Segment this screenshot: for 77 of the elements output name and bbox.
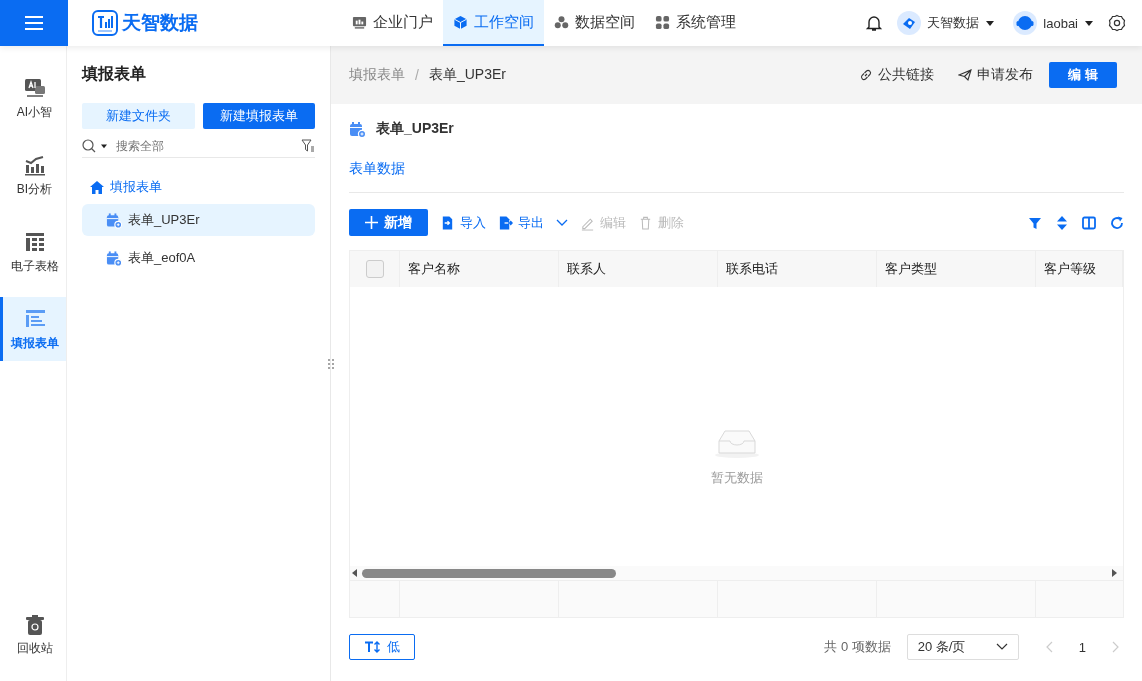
- rail-item[interactable]: AI小智: [0, 66, 66, 130]
- chart-board-icon: [352, 14, 367, 30]
- logo-icon: [92, 10, 118, 36]
- paper-plane-icon: [958, 68, 972, 82]
- filter-icon[interactable]: [1028, 215, 1042, 230]
- sort-icon[interactable]: [1056, 215, 1068, 230]
- chevron-down-icon: [995, 643, 1008, 651]
- form-tab[interactable]: 表单数据: [349, 160, 405, 178]
- caret-icon[interactable]: [100, 143, 108, 149]
- home-icon: [90, 180, 104, 194]
- rail-item[interactable]: 回收站: [0, 603, 66, 667]
- form-icon: [349, 120, 366, 138]
- scroll-right-icon[interactable]: [1111, 568, 1119, 578]
- new-folder-button[interactable]: 新建文件夹: [82, 103, 195, 129]
- nav-tab[interactable]: 工作空间: [443, 0, 544, 46]
- link-icon: [859, 68, 873, 82]
- breadcrumb-separator: /: [415, 67, 419, 83]
- logo-text: 天智数据: [122, 11, 198, 35]
- form-title: 表单_UP3Er: [376, 120, 454, 138]
- file-import-icon: [440, 214, 455, 231]
- cube-icon: [453, 14, 468, 30]
- nav-tab[interactable]: 企业门户: [342, 0, 443, 46]
- menu-button[interactable]: [0, 0, 68, 46]
- menu-icon: [24, 15, 44, 31]
- user-menu[interactable]: laobai: [1009, 11, 1098, 35]
- org-avatar-icon: [897, 11, 922, 35]
- publish-button[interactable]: 申请发布: [952, 65, 1039, 85]
- new-form-button[interactable]: 新建填报表单: [202, 103, 315, 129]
- refresh-icon[interactable]: [1110, 215, 1124, 230]
- avatar-icon: [1013, 11, 1038, 35]
- caret-icon: [985, 19, 996, 27]
- trash-icon: [638, 214, 653, 231]
- page-number[interactable]: 1: [1078, 639, 1086, 655]
- form-icon: [106, 211, 122, 229]
- bell-icon[interactable]: [865, 14, 884, 32]
- column-header: 客户等级: [1044, 260, 1096, 278]
- column-header: 客户类型: [885, 260, 937, 278]
- column-header: 联系人: [567, 260, 606, 278]
- circles-icon: [554, 14, 569, 30]
- horizontal-scrollbar[interactable]: [350, 566, 1123, 580]
- add-button[interactable]: 新增: [349, 209, 428, 236]
- total-count: 共 0 项数据: [824, 638, 891, 656]
- breadcrumb-current: 表单_UP3Er: [428, 66, 506, 84]
- file-export-icon: [498, 214, 513, 231]
- column-header: 客户名称: [408, 260, 460, 278]
- chevron-down-icon[interactable]: [556, 218, 568, 227]
- public-link-button[interactable]: 公共链接: [853, 65, 940, 85]
- page-size-select[interactable]: 20 条/页: [906, 634, 1019, 660]
- settings-icon[interactable]: [1108, 14, 1126, 32]
- tree-item[interactable]: 表单_eof0A: [82, 242, 315, 274]
- toolbar-button[interactable]: 导出: [498, 213, 544, 232]
- rail-item[interactable]: BI分析: [0, 143, 66, 207]
- trash-icon: [24, 613, 45, 636]
- plus-icon: [365, 216, 378, 229]
- column-header: 联系电话: [726, 260, 778, 278]
- grid-icon: [655, 14, 670, 30]
- scroll-left-icon[interactable]: [350, 568, 358, 578]
- density-button[interactable]: 低: [349, 634, 415, 660]
- toolbar-button[interactable]: 导入: [440, 213, 486, 232]
- tree-item[interactable]: 表单_UP3Er: [82, 204, 315, 236]
- empty-text: 暂无数据: [710, 468, 763, 487]
- resize-handle[interactable]: [328, 358, 334, 370]
- columns-icon[interactable]: [1082, 215, 1096, 230]
- panel-title: 填报表单: [82, 64, 147, 84]
- caret-icon: [1084, 19, 1094, 27]
- filter-icon[interactable]: [301, 139, 315, 153]
- rail-item[interactable]: 填报表单: [0, 297, 66, 361]
- search-icon[interactable]: [82, 139, 96, 153]
- tree-root-label[interactable]: 填报表单: [110, 178, 162, 196]
- form-icon: [106, 249, 122, 267]
- nav-tab[interactable]: 数据空间: [544, 0, 645, 46]
- org-switcher[interactable]: 天智数据: [893, 11, 1000, 35]
- edit-button[interactable]: 编 辑: [1049, 62, 1117, 88]
- nav-tab[interactable]: 系统管理: [645, 0, 746, 46]
- text-height-icon: [364, 641, 381, 653]
- rail-item[interactable]: 电子表格: [0, 220, 66, 284]
- select-all-checkbox[interactable]: [366, 260, 384, 278]
